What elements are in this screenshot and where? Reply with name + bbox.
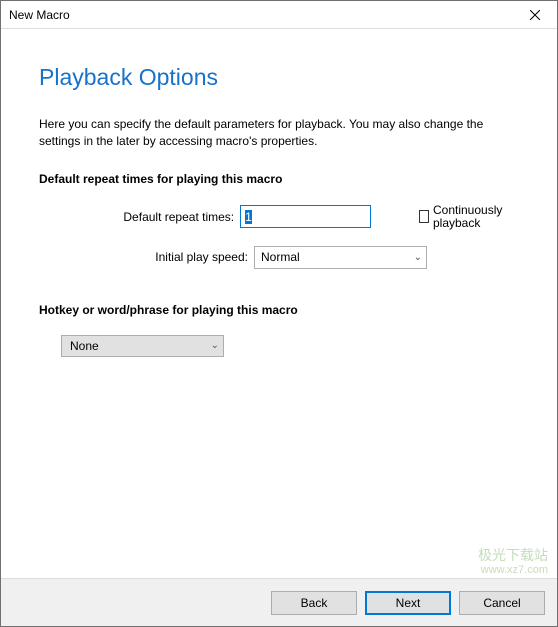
hotkey-value: None [70,339,99,353]
section-hotkey-title: Hotkey or word/phrase for playing this m… [39,303,519,317]
page-heading: Playback Options [39,64,519,91]
page-description: Here you can specify the default paramet… [39,116,519,150]
dialog-window: New Macro Playback Options Here you can … [0,0,558,627]
repeat-times-row: Default repeat times: Continuously playb… [39,204,519,230]
play-speed-value: Normal [261,250,300,264]
chevron-down-icon: ⌄ [414,252,422,263]
back-button[interactable]: Back [271,591,357,615]
repeat-times-label: Default repeat times: [39,210,240,224]
content-area: Playback Options Here you can specify th… [1,29,557,578]
window-title: New Macro [9,8,70,22]
play-speed-row: Initial play speed: Normal ⌄ [39,246,519,269]
continuous-playback-checkbox[interactable] [419,210,429,223]
close-icon [530,10,540,20]
chevron-down-icon: ⌄ [211,340,219,351]
section-repeat-title: Default repeat times for playing this ma… [39,172,519,186]
play-speed-label: Initial play speed: [39,250,254,264]
hotkey-select[interactable]: None ⌄ [61,335,224,357]
next-button[interactable]: Next [365,591,451,615]
play-speed-select[interactable]: Normal ⌄ [254,246,427,269]
continuous-playback-wrap: Continuously playback [419,204,519,230]
continuous-playback-label: Continuously playback [433,204,519,230]
close-button[interactable] [512,1,557,29]
repeat-times-input[interactable] [240,205,371,228]
bottom-bar: Back Next Cancel [1,578,557,626]
cancel-button[interactable]: Cancel [459,591,545,615]
titlebar: New Macro [1,1,557,29]
